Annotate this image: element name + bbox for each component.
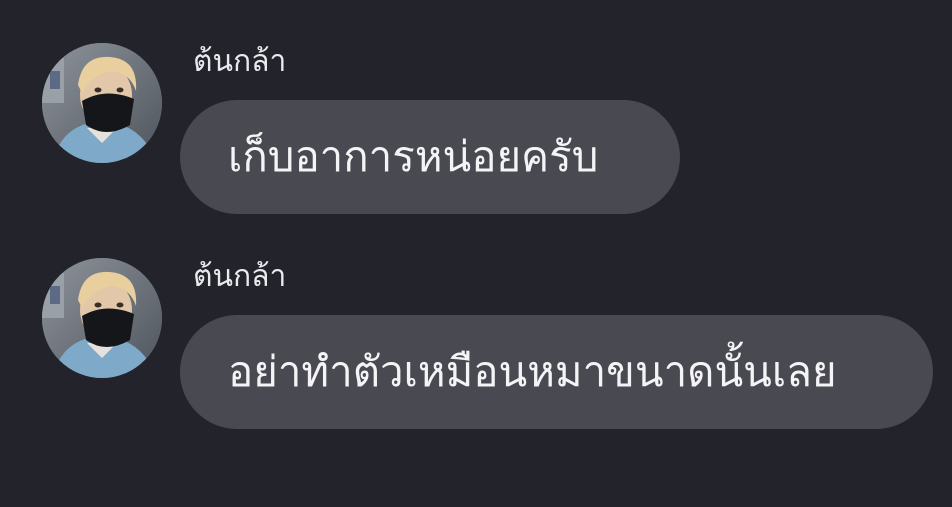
sender-avatar[interactable] [42,258,162,378]
message-item: ต้นกล้า อย่าทำตัวเหมือนหมาขนาดนั้นเลย [0,0,952,507]
avatar-photo-icon [42,258,162,378]
message-bubble[interactable]: อย่าทำตัวเหมือนหมาขนาดนั้นเลย [180,315,933,429]
chat-thread: ต้นกล้า เก็บอาการหน่อยครับ ต้นกล้า อย่าท… [0,0,952,507]
sender-name: ต้นกล้า [193,259,287,294]
